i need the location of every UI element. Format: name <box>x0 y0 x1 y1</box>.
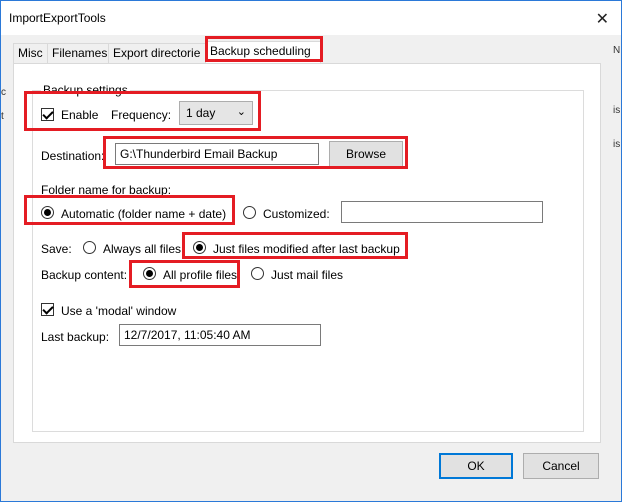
background-glyph: is <box>613 105 621 116</box>
title-bar: ImportExportTools ✕ <box>1 1 621 35</box>
last-backup-label: Last backup: <box>41 330 110 344</box>
always-all-radio[interactable] <box>83 241 96 254</box>
chevron-down-icon: ⌄ <box>236 106 246 118</box>
tab-misc[interactable]: Misc <box>13 43 48 63</box>
just-mail-label: Just mail files <box>271 268 344 282</box>
backup-settings-group: Backup settings Enable Frequency: 1 day … <box>32 83 584 432</box>
always-all-label: Always all files <box>103 242 182 256</box>
destination-label: Destination: <box>41 149 105 163</box>
customized-input[interactable] <box>341 201 543 223</box>
browse-button[interactable]: Browse <box>329 141 403 167</box>
frequency-label: Frequency: <box>111 108 172 122</box>
enable-label: Enable <box>61 108 99 122</box>
background-window-right: N is is <box>611 41 621 150</box>
just-modified-radio[interactable] <box>193 241 206 254</box>
tab-filenames[interactable]: Filenames <box>47 43 109 63</box>
folder-name-label: Folder name for backup: <box>41 183 172 197</box>
ok-button[interactable]: OK <box>439 453 513 479</box>
group-label: Backup settings <box>41 83 130 97</box>
tab-export-directories[interactable]: Export directorie <box>108 43 206 63</box>
button-bar: OK Cancel <box>1 445 621 501</box>
tab-backup-scheduling[interactable]: Backup scheduling <box>205 41 321 63</box>
destination-input[interactable]: G:\Thunderbird Email Backup <box>115 143 319 165</box>
background-glyph: is <box>613 139 621 150</box>
customized-radio[interactable] <box>243 206 256 219</box>
background-window-left: c t <box>1 35 7 155</box>
content-label: Backup content: <box>41 268 128 282</box>
frequency-value: 1 day <box>186 106 216 120</box>
just-mail-radio[interactable] <box>251 267 264 280</box>
enable-checkbox[interactable] <box>41 108 54 121</box>
modal-label: Use a 'modal' window <box>61 304 177 318</box>
background-glyph: c <box>1 87 6 98</box>
frequency-select[interactable]: 1 day ⌄ <box>179 101 253 125</box>
backup-scheduling-panel: Backup settings Enable Frequency: 1 day … <box>13 63 601 443</box>
all-profile-radio[interactable] <box>143 267 156 280</box>
all-profile-label: All profile files <box>163 268 238 282</box>
save-label: Save: <box>41 242 72 256</box>
window-title: ImportExportTools <box>9 11 106 25</box>
background-glyph: N <box>613 45 621 56</box>
automatic-label: Automatic (folder name + date) <box>61 207 227 221</box>
customized-label: Customized: <box>263 207 330 221</box>
just-modified-label: Just files modified after last backup <box>213 242 400 256</box>
last-backup-field: 12/7/2017, 11:05:40 AM <box>119 324 321 346</box>
dialog-window: ImportExportTools ✕ c t N is is Misc Fil… <box>0 0 622 502</box>
background-glyph: t <box>1 111 4 122</box>
cancel-button[interactable]: Cancel <box>523 453 599 479</box>
automatic-radio[interactable] <box>41 206 54 219</box>
close-icon[interactable]: ✕ <box>596 9 609 29</box>
modal-checkbox[interactable] <box>41 303 54 316</box>
